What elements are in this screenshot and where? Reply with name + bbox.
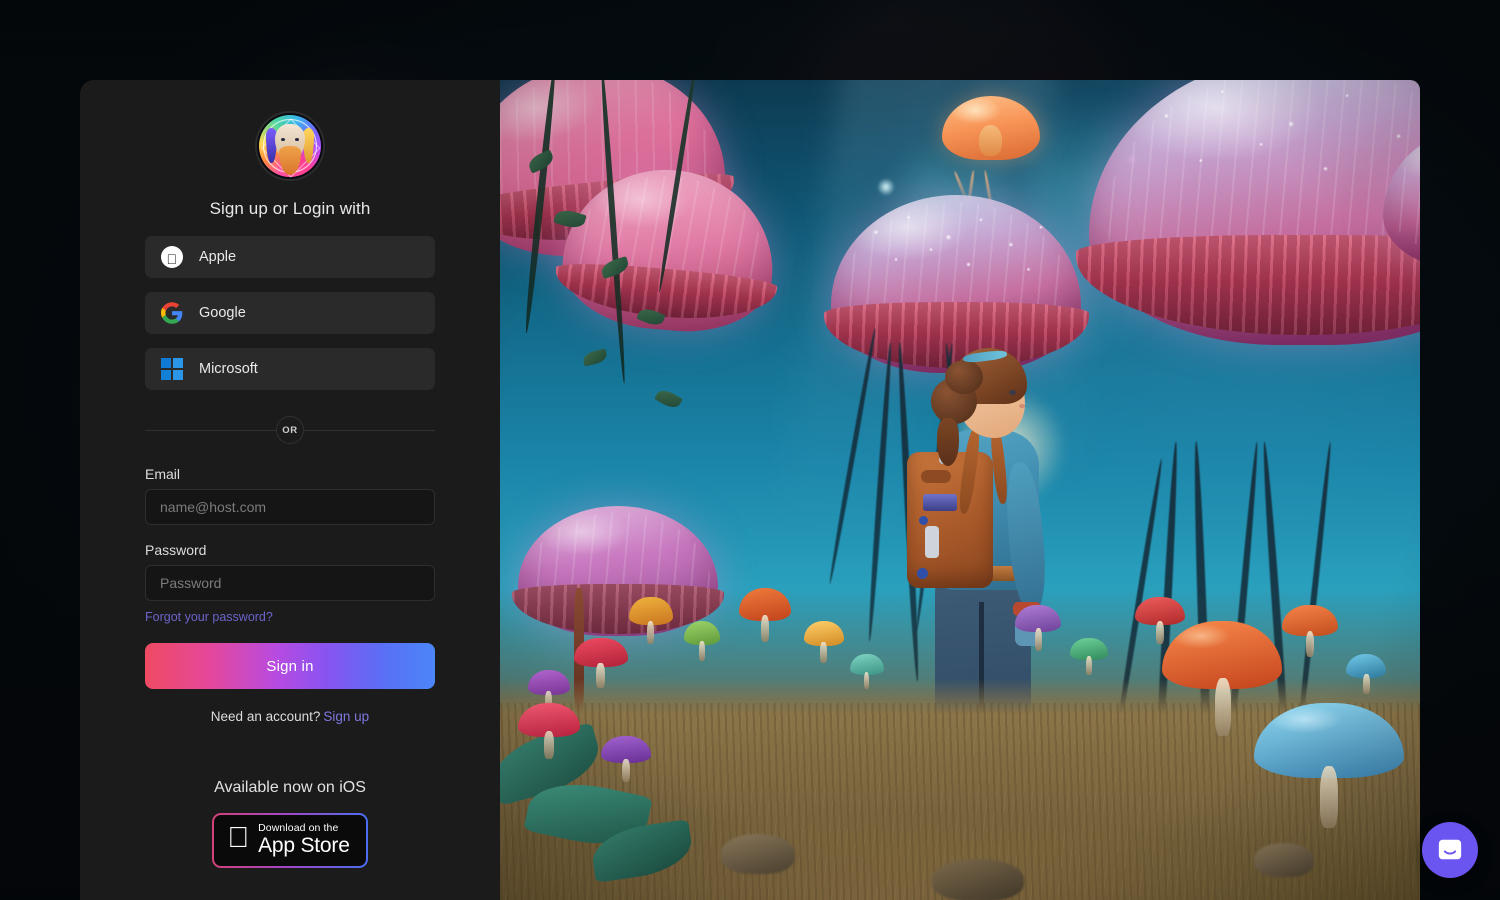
app-store-badge-top: Download on the xyxy=(247,822,338,834)
hero-image xyxy=(500,80,1420,900)
sign-in-button[interactable]: Sign in xyxy=(145,643,435,689)
google-icon xyxy=(161,302,183,324)
sign-up-link[interactable]: Sign up xyxy=(323,709,369,724)
email-field-group: Email xyxy=(145,466,435,525)
ios-promo: Available now on iOS  Download on the A… xyxy=(145,779,435,868)
login-card: Sign up or Login with  Apple Google xyxy=(80,80,500,900)
google-signin-label: Google xyxy=(199,305,246,321)
forgot-password-link[interactable]: Forgot your password? xyxy=(145,610,273,624)
apple-signin-button[interactable]:  Apple xyxy=(145,236,435,278)
microsoft-signin-button[interactable]: Microsoft xyxy=(145,348,435,390)
page-title: Sign up or Login with xyxy=(209,199,371,218)
or-divider: OR xyxy=(145,416,435,444)
password-label: Password xyxy=(145,542,207,558)
app-store-badge-button[interactable]:  Download on the App Store xyxy=(212,813,368,868)
need-account-row: Need an account? Sign up xyxy=(145,709,435,724)
email-input[interactable] xyxy=(145,489,435,525)
google-signin-button[interactable]: Google xyxy=(145,292,435,334)
email-label: Email xyxy=(145,466,181,482)
or-divider-label: OR xyxy=(276,416,304,444)
apple-icon:  xyxy=(161,246,183,268)
social-login-list:  Apple Google Microsoft xyxy=(145,236,435,390)
intercom-chat-icon xyxy=(1437,837,1463,863)
password-field-group: Password xyxy=(145,542,435,601)
apple-signin-label: Apple xyxy=(199,249,237,265)
password-input[interactable] xyxy=(145,565,435,601)
need-account-text: Need an account? xyxy=(210,709,321,724)
login-page: Sign up or Login with  Apple Google xyxy=(0,0,1500,900)
apple-icon:  xyxy=(227,823,249,853)
brand-logo-icon xyxy=(257,113,323,179)
intercom-chat-launcher-button[interactable] xyxy=(1422,822,1478,878)
microsoft-signin-label: Microsoft xyxy=(199,361,258,377)
ios-promo-heading: Available now on iOS xyxy=(214,779,366,796)
app-store-badge-bottom: App Store xyxy=(247,834,350,858)
microsoft-icon xyxy=(161,358,183,380)
